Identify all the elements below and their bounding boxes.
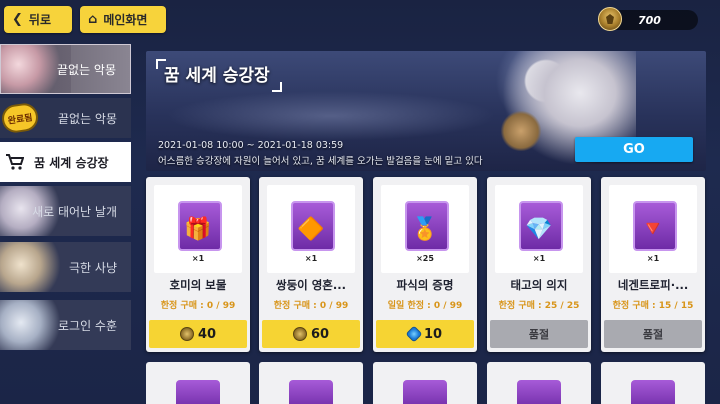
- go-button[interactable]: GO: [575, 137, 693, 162]
- event-period: 2021-01-08 10:00 ~ 2021-01-18 03:59: [158, 140, 344, 151]
- main-screen-label: 메인화면: [103, 13, 148, 27]
- item-tile: [403, 380, 447, 404]
- purchase-limit: 한정 구매 : 25 / 25: [498, 301, 580, 311]
- item-name: 파식의 증명: [396, 278, 454, 292]
- character-portrait: [0, 242, 70, 292]
- shop-item-card[interactable]: 🔻 ×1 네겐트로피·... 한정 구매 : 15 / 15 품절: [601, 177, 705, 352]
- item-quantity: ×1: [191, 254, 205, 263]
- item-art: 🔶 ×1: [267, 185, 355, 273]
- price-value: 60: [310, 326, 330, 342]
- price-value: 40: [197, 326, 217, 342]
- back-label: 뒤로: [28, 13, 51, 27]
- purchase-limit: 한정 구매 : 15 / 15: [612, 301, 694, 311]
- item-art: 🏅 ×25: [381, 185, 469, 273]
- item-quantity: ×1: [532, 254, 546, 263]
- shop-item-card[interactable]: 🔶 ×1 쌍둥이 영혼... 한정 구매 : 0 / 99 60: [259, 177, 363, 352]
- sidebar-item-extreme-hunt[interactable]: 극한 사냥: [0, 242, 131, 292]
- item-quantity: ×1: [304, 254, 318, 263]
- buy-button[interactable]: 60: [262, 320, 360, 348]
- back-button[interactable]: ❮ 뒤로: [4, 6, 72, 33]
- completed-badge: 완료됨: [0, 101, 40, 135]
- shop-item-card-partial[interactable]: [487, 362, 591, 404]
- item-quantity: ×25: [416, 254, 434, 263]
- item-art: 🎁 ×1: [154, 185, 242, 273]
- buy-button[interactable]: 10: [376, 320, 474, 348]
- purchase-limit: 한정 구매 : 0 / 99: [273, 301, 349, 311]
- chevron-left-icon: ❮: [12, 12, 23, 27]
- sidebar-item-endless-nightmare[interactable]: 끝없는 악몽: [0, 44, 131, 94]
- emblem-currency-icon: [598, 7, 622, 31]
- currency-value: 700: [638, 13, 661, 27]
- item-tile: [631, 380, 675, 404]
- sidebar-item-label: 끝없는 악몽: [57, 111, 117, 126]
- sold-out-button: 품절: [604, 320, 702, 348]
- home-icon: ⌂: [88, 12, 98, 27]
- sidebar-item-label: 꿈 세계 승강장: [34, 155, 109, 170]
- shop-item-card-partial[interactable]: [146, 362, 250, 404]
- purchase-limit: 한정 구매 : 0 / 99: [160, 301, 236, 311]
- item-name: 네겐트로피·...: [617, 278, 689, 292]
- sidebar: 끝없는 악몽 완료됨 끝없는 악몽 꿈 세계 승강장 새로 태어난 날개 극한 …: [0, 44, 131, 404]
- item-art: 💎 ×1: [495, 185, 583, 273]
- shop-item-card[interactable]: 🏅 ×25 파식의 증명 일일 한정 : 0 / 99 10: [373, 177, 477, 352]
- banner-title: 꿈 세계 승강장: [156, 59, 282, 92]
- sold-out-button: 품절: [490, 320, 588, 348]
- character-shoulder-decoration: [501, 111, 541, 151]
- item-tile: [289, 380, 333, 404]
- coin-icon: [179, 327, 194, 341]
- item-quantity: ×1: [646, 254, 660, 263]
- sidebar-item-dream-platform[interactable]: 꿈 세계 승강장: [0, 142, 131, 182]
- item-name: 태고의 의지: [510, 278, 568, 292]
- shop-item-card-partial[interactable]: [373, 362, 477, 404]
- shop-item-card-partial[interactable]: [259, 362, 363, 404]
- sidebar-item-label: 극한 사냥: [69, 260, 117, 275]
- event-description: 어스름한 승강장에 자원이 늘어서 있고, 꿈 세계를 오가는 발걸음을 눈에 …: [158, 156, 483, 167]
- item-tile: [176, 380, 220, 404]
- currency-display: 700: [598, 7, 698, 31]
- shopping-cart-icon: [6, 154, 25, 170]
- purchase-limit: 일일 한정 : 0 / 99: [387, 301, 463, 311]
- cloud-decoration: [166, 91, 496, 141]
- sidebar-item-label: 로그인 수훈: [57, 318, 117, 333]
- sidebar-item-label: 새로 태어난 날개: [32, 204, 117, 219]
- buy-button[interactable]: 40: [149, 320, 247, 348]
- sidebar-item-login-reward[interactable]: 로그인 수훈: [0, 300, 131, 350]
- coin-icon: [292, 327, 307, 341]
- shop-item-card[interactable]: 💎 ×1 태고의 의지 한정 구매 : 25 / 25 품절: [487, 177, 591, 352]
- item-tile: [517, 380, 561, 404]
- sidebar-item-label: 끝없는 악몽: [56, 62, 116, 77]
- sidebar-item-reborn-wings[interactable]: 새로 태어난 날개: [0, 186, 131, 236]
- main-screen-button[interactable]: ⌂ 메인화면: [80, 6, 166, 33]
- crystal-icon: [405, 325, 423, 343]
- shop-item-card[interactable]: 🎁 ×1 호미의 보물 한정 구매 : 0 / 99 40: [146, 177, 250, 352]
- item-name: 쌍둥이 영혼...: [275, 278, 346, 292]
- item-art: 🔻 ×1: [609, 185, 697, 273]
- shop-item-card-partial[interactable]: [601, 362, 705, 404]
- sidebar-item-endless-nightmare-completed[interactable]: 완료됨 끝없는 악몽: [0, 98, 131, 138]
- event-banner: 꿈 세계 승강장 2021-01-08 10:00 ~ 2021-01-18 0…: [146, 51, 706, 171]
- price-value: 10: [423, 326, 443, 342]
- item-name: 호미의 보물: [169, 278, 227, 292]
